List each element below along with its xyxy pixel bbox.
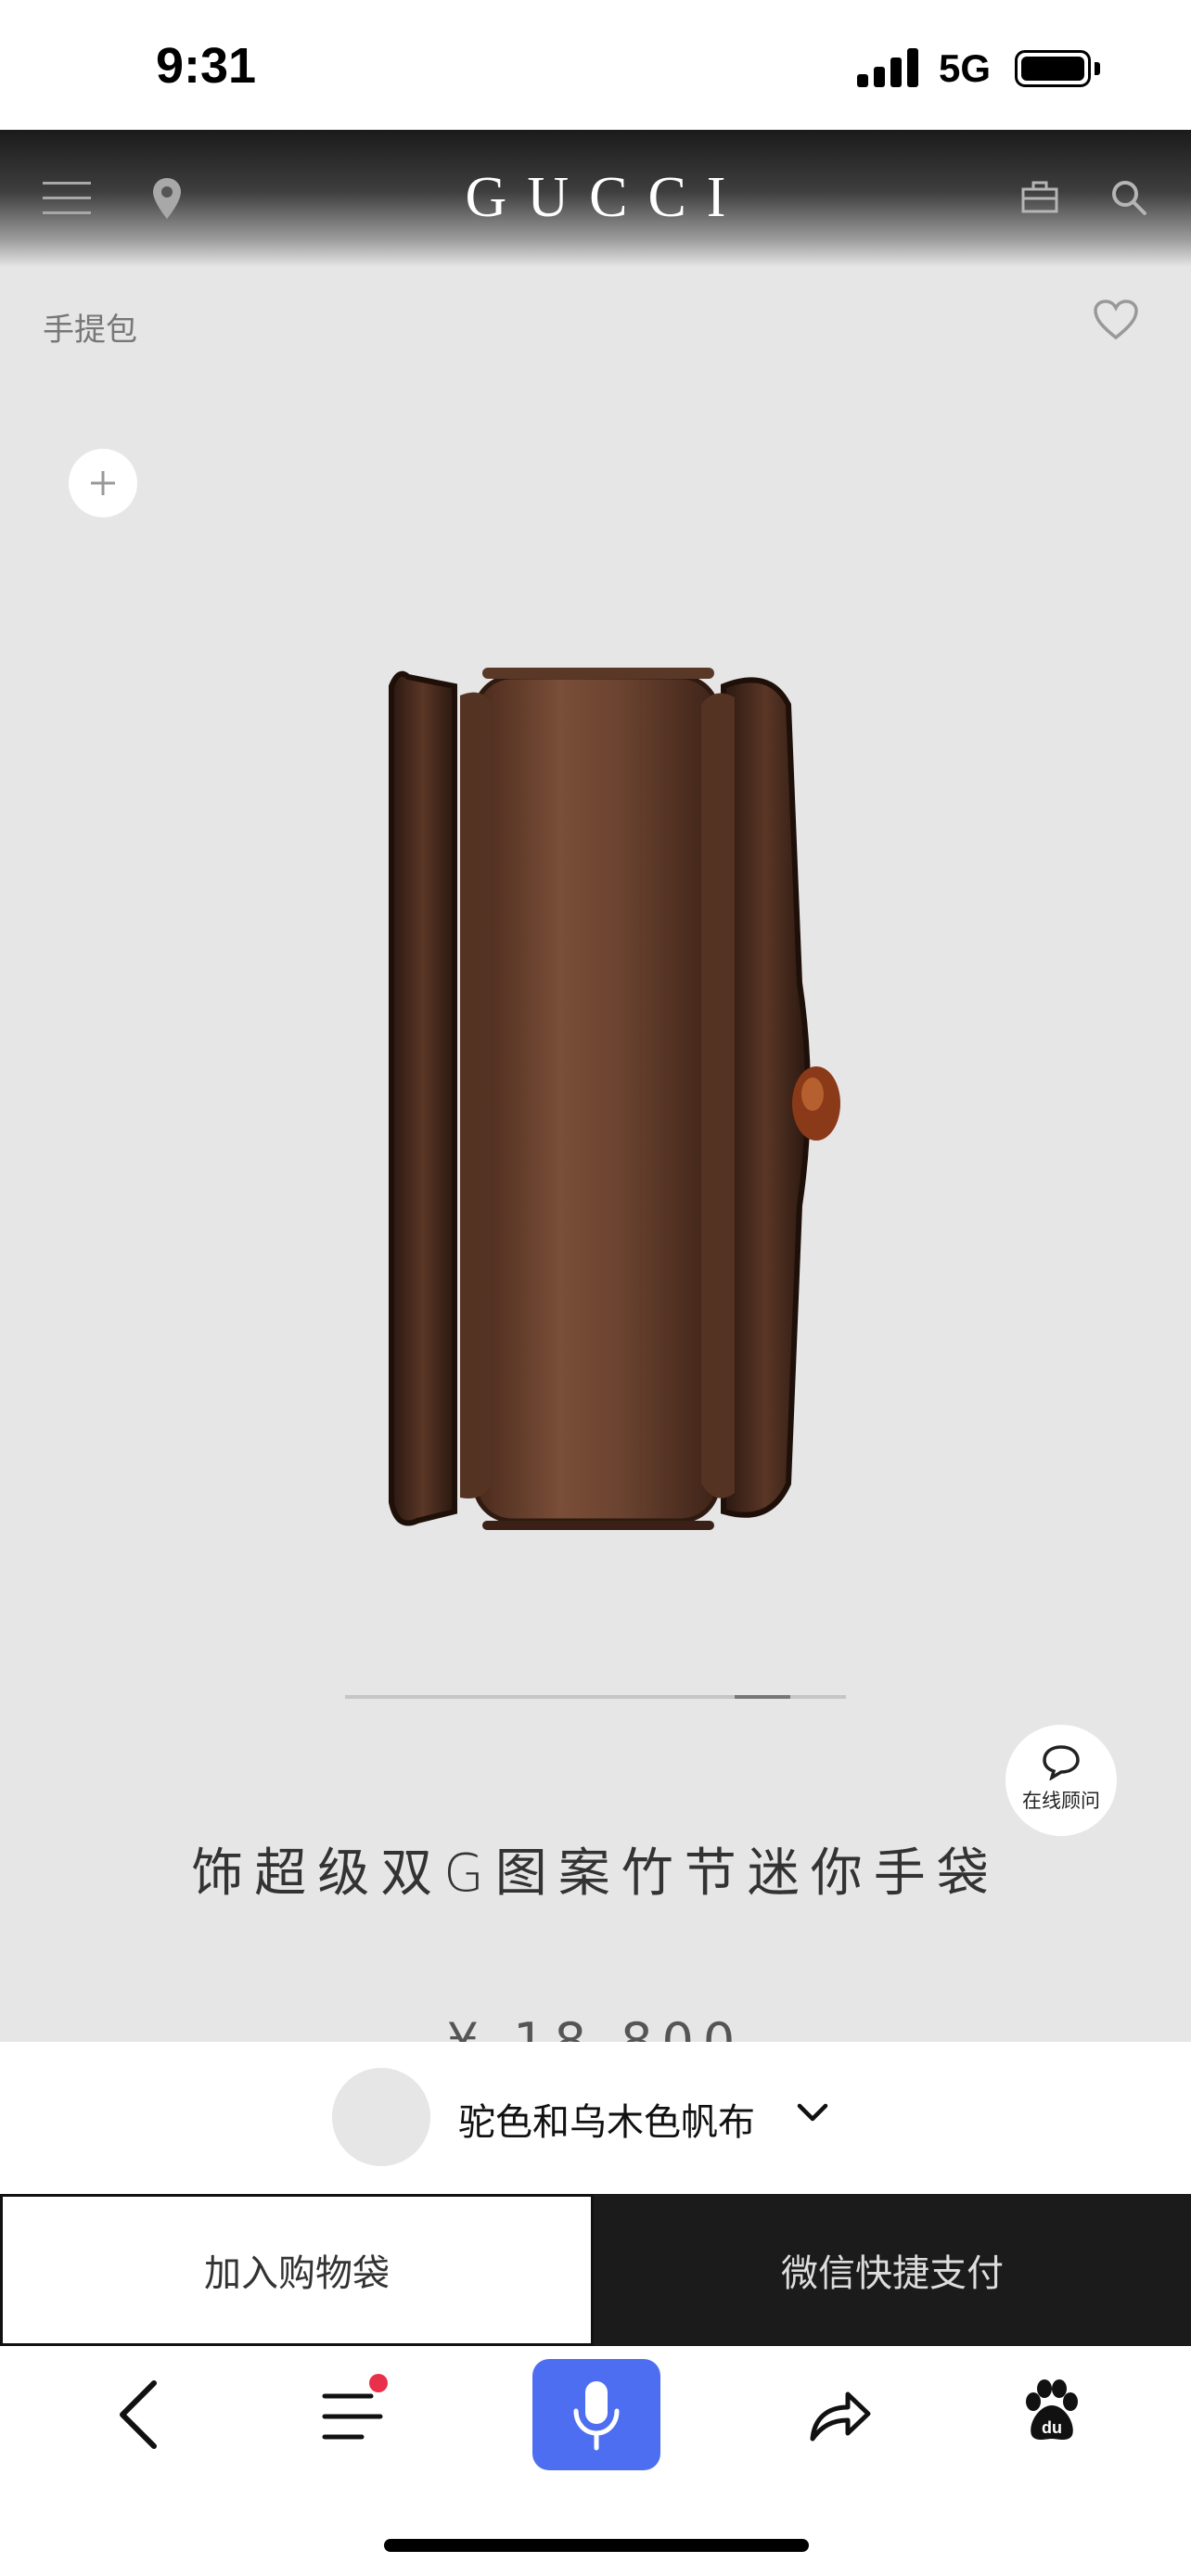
- search-icon[interactable]: [1109, 178, 1148, 217]
- wishlist-heart-icon[interactable]: [1093, 299, 1139, 341]
- color-swatch: [332, 2068, 430, 2166]
- list-menu-icon[interactable]: [319, 2387, 386, 2446]
- shopping-bag-icon[interactable]: [1020, 176, 1059, 215]
- breadcrumb-category[interactable]: 手提包: [43, 304, 137, 350]
- chat-bubble-icon: [1043, 1745, 1080, 1781]
- plus-icon: [91, 471, 115, 495]
- zoom-plus-button[interactable]: [69, 449, 137, 517]
- back-icon[interactable]: [111, 2378, 167, 2452]
- notification-dot: [369, 2374, 388, 2392]
- product-image[interactable]: [371, 649, 872, 1549]
- online-advisor-button[interactable]: 在线顾问: [1005, 1725, 1117, 1836]
- variant-label: 驼色和乌木色帆布: [458, 2101, 755, 2144]
- status-time: 9:31: [156, 38, 257, 94]
- chevron-down-icon: [797, 2103, 828, 2122]
- voice-search-button[interactable]: [532, 2359, 660, 2470]
- signal-strength-icon: [857, 48, 918, 87]
- product-title: 饰超级双G图案竹节迷你手袋: [191, 1843, 1000, 1904]
- browser-toolbar: du: [0, 2346, 1191, 2576]
- wechat-pay-button[interactable]: 微信快捷支付: [594, 2194, 1191, 2346]
- battery-tip: [1095, 62, 1100, 75]
- baidu-paw-icon[interactable]: du: [1020, 2378, 1083, 2444]
- home-indicator: [384, 2539, 809, 2552]
- carousel-position-indicator: [735, 1695, 790, 1699]
- add-to-bag-button[interactable]: 加入购物袋: [0, 2194, 594, 2346]
- online-advisor-label: 在线顾问: [1022, 1790, 1100, 1812]
- variant-selector[interactable]: 驼色和乌木色帆布: [0, 2042, 1191, 2194]
- site-header: GUCCI: [0, 130, 1191, 267]
- status-bar: 9:31 5G: [0, 0, 1191, 130]
- microphone-icon: [573, 2381, 620, 2451]
- share-icon[interactable]: [807, 2383, 874, 2444]
- network-type: 5G: [939, 46, 992, 90]
- brand-logo[interactable]: GUCCI: [0, 165, 1191, 231]
- battery-icon: [1015, 50, 1091, 87]
- svg-text:du: du: [1042, 2418, 1062, 2437]
